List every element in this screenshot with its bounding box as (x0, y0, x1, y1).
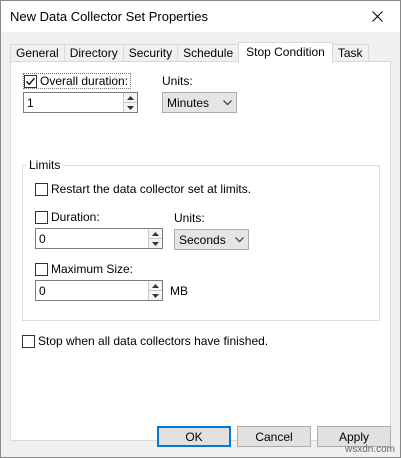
ok-button[interactable]: OK (157, 426, 231, 447)
spin-down-button[interactable] (124, 103, 137, 112)
triangle-down-icon (127, 105, 134, 110)
maximum-size-stepper[interactable] (35, 280, 163, 301)
tab-stop-condition[interactable]: Stop Condition (238, 42, 333, 63)
checkmark-icon (26, 77, 35, 85)
overall-duration-input[interactable] (24, 93, 123, 112)
checkbox-box (35, 210, 48, 224)
maximum-size-label: Maximum Size: (51, 262, 134, 276)
spin-down-button[interactable] (149, 291, 162, 300)
duration-checkbox[interactable]: Duration: (35, 210, 100, 224)
spin-down-button[interactable] (149, 239, 162, 248)
chevron-down-icon (235, 236, 244, 242)
dialog-body: General Directory Security Schedule Stop… (1, 32, 400, 457)
tab-strip: General Directory Security Schedule Stop… (10, 42, 369, 63)
duration-stepper[interactable] (35, 228, 163, 249)
window-title: New Data Collector Set Properties (10, 9, 208, 24)
title-bar: New Data Collector Set Properties (1, 1, 400, 32)
spin-up-button[interactable] (149, 229, 162, 239)
overall-units-label: Units: (162, 74, 193, 88)
triangle-up-icon (127, 95, 134, 100)
maximum-size-unit-label: MB (170, 284, 188, 298)
stop-all-finished-checkbox[interactable]: Stop when all data collectors have finis… (22, 334, 268, 348)
close-button[interactable] (354, 1, 400, 32)
overall-duration-checkbox[interactable]: Overall duration: (23, 73, 132, 89)
maximum-size-checkbox[interactable]: Maximum Size: (35, 262, 133, 276)
checkbox-box (24, 74, 37, 88)
limits-group-title: Limits (26, 158, 64, 172)
restart-at-limits-checkbox[interactable]: Restart the data collector set at limits… (35, 182, 251, 196)
triangle-down-icon (152, 241, 159, 246)
triangle-down-icon (152, 293, 159, 298)
checkbox-box (35, 262, 48, 276)
overall-units-value: Minutes (167, 95, 210, 110)
dialog-window: New Data Collector Set Properties Genera… (0, 0, 401, 458)
cancel-button[interactable]: Cancel (237, 426, 311, 447)
limits-units-select[interactable]: Seconds (174, 229, 249, 250)
triangle-up-icon (152, 231, 159, 236)
overall-duration-label: Overall duration: (40, 74, 129, 88)
duration-label: Duration: (51, 210, 100, 224)
limits-units-label: Units: (174, 211, 205, 225)
spin-up-button[interactable] (124, 93, 137, 103)
overall-duration-stepper[interactable] (23, 92, 138, 113)
close-icon (371, 11, 383, 22)
chevron-down-icon (223, 99, 232, 105)
watermark: wsxdn.com (344, 444, 395, 455)
restart-at-limits-label: Restart the data collector set at limits… (51, 182, 252, 196)
overall-units-select[interactable]: Minutes (162, 92, 237, 113)
stop-all-finished-label: Stop when all data collectors have finis… (38, 334, 269, 348)
checkbox-box (35, 182, 48, 196)
triangle-up-icon (152, 283, 159, 288)
limits-units-value: Seconds (179, 232, 226, 247)
stop-condition-panel: Overall duration: Units: Minutes Limits … (10, 61, 391, 441)
checkbox-box (22, 334, 35, 348)
maximum-size-input[interactable] (36, 281, 148, 300)
spin-up-button[interactable] (149, 281, 162, 291)
duration-input[interactable] (36, 229, 148, 248)
